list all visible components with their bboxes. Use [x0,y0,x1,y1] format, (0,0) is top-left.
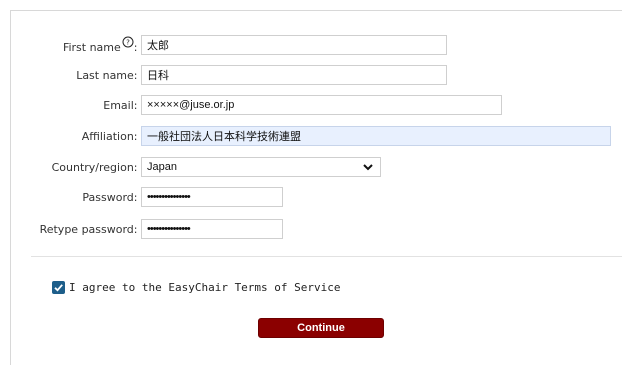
last-name-label: Last name:* [76,69,147,82]
affiliation-label-text: Affiliation: [81,129,138,143]
country-label: Country/region:* [52,161,147,174]
first-name-colon: : [133,41,138,54]
first-name-label-cell: First name?:* [11,35,147,55]
retype-password-label: Retype password:* [40,223,147,236]
password-label-text: Password: [82,190,138,204]
check-icon [54,284,63,292]
email-label-cell: Email:* [11,95,147,115]
first-name-label-text: First name [62,41,121,54]
affiliation-label-cell: Affiliation:* [11,126,147,146]
password-field[interactable] [141,187,283,207]
email-field[interactable] [141,95,502,115]
svg-text:?: ? [126,39,130,47]
retype-password-field[interactable] [141,219,283,239]
country-select[interactable]: Japan [141,157,381,177]
first-name-field[interactable] [141,35,447,55]
last-name-label-cell: Last name:* [11,65,147,85]
password-label-cell: Password:* [11,187,147,207]
retype-password-label-text: Retype password: [39,222,138,236]
country-label-text: Country/region: [51,160,138,174]
first-name-label: First name?:* [63,36,147,54]
terms-checkbox[interactable] [52,281,65,294]
last-name-field[interactable] [141,65,447,85]
terms-label[interactable]: I agree to the EasyChair Terms of Servic… [69,281,341,294]
password-label: Password:* [82,191,147,204]
affiliation-field[interactable] [141,126,611,146]
country-label-cell: Country/region:* [11,157,147,177]
chevron-down-icon [363,164,373,171]
email-label-text: Email: [103,98,138,112]
continue-button[interactable]: Continue [258,318,384,338]
registration-form-panel: First name?:* Last name:* Email:* Affili… [10,10,622,365]
help-circle-icon[interactable]: ? [122,36,134,51]
last-name-label-text: Last name: [76,68,138,82]
country-selected-value: Japan [147,161,177,173]
retype-password-label-cell: Retype password:* [11,219,147,239]
affiliation-label: Affiliation:* [82,130,147,143]
section-divider [31,256,622,257]
